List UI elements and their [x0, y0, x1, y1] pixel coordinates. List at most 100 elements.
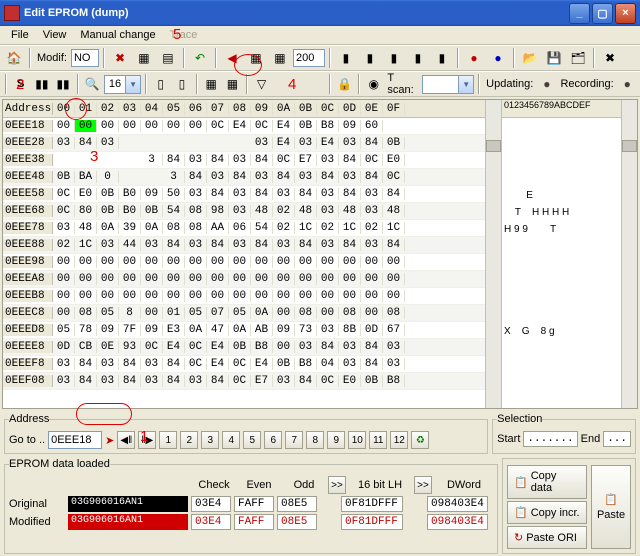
hex-cell[interactable]: 03: [97, 239, 119, 251]
hex-cell[interactable]: 03: [339, 171, 361, 183]
hex-cell[interactable]: BA: [75, 171, 97, 183]
modif-input[interactable]: [71, 49, 99, 67]
nav1-icon[interactable]: ▮: [335, 47, 357, 69]
hex-cell[interactable]: 1C: [383, 222, 405, 234]
hex-cell[interactable]: 0C: [207, 120, 229, 132]
hex-cell[interactable]: 03: [185, 239, 207, 251]
hex-cell[interactable]: 54: [163, 205, 185, 217]
doc1-icon[interactable]: ▯: [151, 73, 170, 95]
hex-cell[interactable]: 8B: [339, 324, 361, 336]
hex-cell[interactable]: 08: [163, 222, 185, 234]
hex-cell[interactable]: 00: [119, 256, 141, 268]
hex-cell[interactable]: 93: [119, 341, 141, 353]
hex-row[interactable]: 0EEE38384038403840CE703840CE0: [3, 152, 485, 169]
hex-cell[interactable]: 09: [141, 188, 163, 200]
hex-row[interactable]: 0EEEF80384038403840CE40CE40BB804038403: [3, 356, 485, 373]
hex-cell[interactable]: 03: [339, 137, 361, 149]
hex-cell[interactable]: 00: [53, 290, 75, 302]
hex-cell[interactable]: 84: [361, 137, 383, 149]
hex-cell[interactable]: 0B: [141, 205, 163, 217]
hex-row[interactable]: 0EEE480BBA038403840384038403840C: [3, 169, 485, 186]
hex-cell[interactable]: 00: [141, 307, 163, 319]
hex-cell[interactable]: 03: [317, 324, 339, 336]
hex-cell[interactable]: 00: [361, 307, 383, 319]
hex-cell[interactable]: 00: [317, 273, 339, 285]
hex-cell[interactable]: 03: [339, 358, 361, 370]
hex-cell[interactable]: 00: [273, 307, 295, 319]
hex-cell[interactable]: 0C: [251, 120, 273, 132]
hex-cell[interactable]: 00: [53, 120, 75, 132]
hex-cell[interactable]: 84: [185, 171, 207, 183]
page-button-1[interactable]: 1: [159, 431, 177, 449]
hex-cell[interactable]: 84: [317, 341, 339, 353]
grid1-icon[interactable]: ▦: [245, 47, 267, 69]
hex-pane[interactable]: Address 000102030405060708090A0B0C0D0E0F…: [3, 100, 485, 408]
hex-cell[interactable]: 00: [339, 290, 361, 302]
hex-cell[interactable]: 00: [185, 290, 207, 302]
hex-cell[interactable]: 02: [317, 222, 339, 234]
hex-cell[interactable]: E4: [273, 120, 295, 132]
hex-cell[interactable]: 84: [295, 188, 317, 200]
hex-cell[interactable]: 0C: [185, 358, 207, 370]
hex-cell[interactable]: 06: [229, 222, 251, 234]
paste-ori-button[interactable]: ↻Paste ORI: [507, 526, 587, 549]
hex-cell[interactable]: 03: [295, 137, 317, 149]
hex-cell[interactable]: 0A: [229, 324, 251, 336]
hex-cell[interactable]: 03: [185, 154, 207, 166]
hex-cell[interactable]: 00: [383, 256, 405, 268]
bars2-icon[interactable]: ▮▮: [53, 73, 72, 95]
hex-cell[interactable]: E4: [317, 137, 339, 149]
hex-cell[interactable]: 00: [141, 256, 163, 268]
hex-cell[interactable]: 08: [185, 205, 207, 217]
hex-cell[interactable]: 0C: [53, 205, 75, 217]
hex-cell[interactable]: 00: [97, 256, 119, 268]
hex-cell[interactable]: 1C: [339, 222, 361, 234]
hex-cell[interactable]: 03: [361, 188, 383, 200]
hex-cell[interactable]: 08: [75, 307, 97, 319]
hex-cell[interactable]: 00: [273, 273, 295, 285]
hex-cell[interactable]: 00: [273, 290, 295, 302]
hex-cell[interactable]: 84: [251, 239, 273, 251]
page-button-12[interactable]: 12: [390, 431, 408, 449]
hex-cell[interactable]: 0C: [361, 154, 383, 166]
tscan-combo[interactable]: ▼: [422, 75, 474, 94]
goto-address-input[interactable]: [48, 431, 102, 449]
hex-cell[interactable]: 0A: [141, 222, 163, 234]
hex-cell[interactable]: 84: [207, 188, 229, 200]
hex-cell[interactable]: 3: [141, 154, 163, 166]
hex-cell[interactable]: 02: [53, 239, 75, 251]
copy-data-button[interactable]: 📋Copy data: [507, 465, 587, 499]
hex-cell[interactable]: 03: [273, 239, 295, 251]
hex-cell[interactable]: 0B: [229, 341, 251, 353]
hex-cell[interactable]: 84: [251, 188, 273, 200]
hex-cell[interactable]: 00: [75, 256, 97, 268]
hex-cell[interactable]: 0B: [53, 171, 75, 183]
hex-cell[interactable]: 03: [141, 375, 163, 387]
sigma-icon[interactable]: S: [11, 73, 30, 95]
hex-row[interactable]: 0EEE18000000000000000CE40CE40BB80960: [3, 118, 485, 135]
hex-cell[interactable]: 8: [119, 307, 141, 319]
hex-cell[interactable]: 05: [185, 307, 207, 319]
hex-cell[interactable]: 00: [75, 273, 97, 285]
hex-cell[interactable]: 84: [361, 341, 383, 353]
hex-cell[interactable]: E4: [163, 341, 185, 353]
hex-cell[interactable]: 03: [251, 171, 273, 183]
grid-b-icon[interactable]: ▦: [223, 73, 242, 95]
page-button-7[interactable]: 7: [285, 431, 303, 449]
hex-cell[interactable]: AA: [207, 222, 229, 234]
hex-cell[interactable]: 00: [163, 290, 185, 302]
hex-cell[interactable]: 00: [97, 290, 119, 302]
hex-cell[interactable]: 84: [119, 375, 141, 387]
hex-cell[interactable]: 0A: [185, 324, 207, 336]
binoculars-icon[interactable]: 🔍: [83, 73, 102, 95]
delete-red-icon[interactable]: ✖: [109, 47, 131, 69]
hex-cell[interactable]: 84: [383, 188, 405, 200]
nav2-icon[interactable]: ▮: [359, 47, 381, 69]
hex-cell[interactable]: 60: [361, 120, 383, 132]
hex-cell[interactable]: B0: [119, 205, 141, 217]
hex-cell[interactable]: 00: [185, 273, 207, 285]
hex-cell[interactable]: 00: [295, 256, 317, 268]
hex-cell[interactable]: 03: [53, 222, 75, 234]
hex-cell[interactable]: 00: [273, 341, 295, 353]
hex-cell[interactable]: 98: [207, 205, 229, 217]
